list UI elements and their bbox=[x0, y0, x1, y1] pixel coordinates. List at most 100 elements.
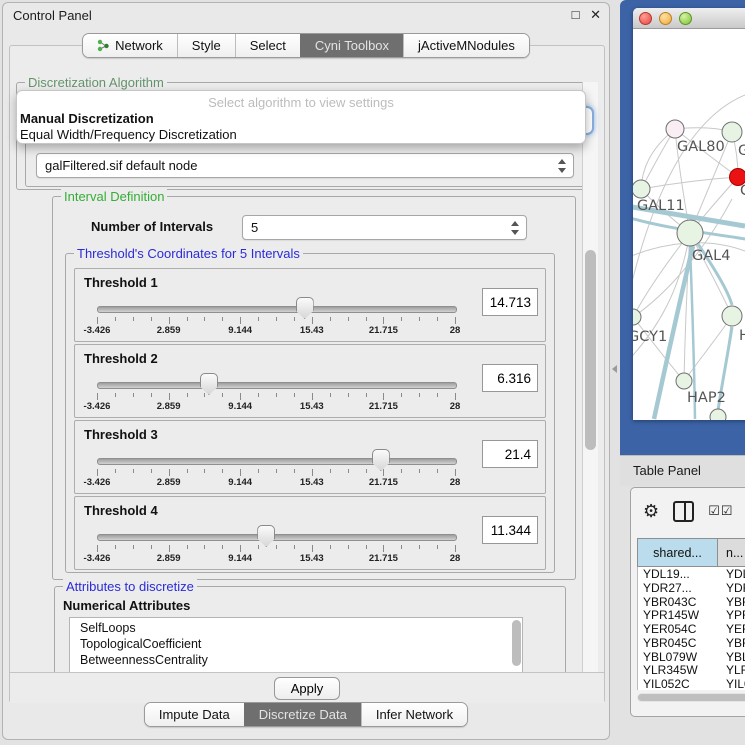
slider-tick-label: 9.144 bbox=[228, 401, 252, 412]
table-data-combobox[interactable]: galFiltered.sif default node bbox=[36, 153, 574, 178]
threshold-value-input[interactable] bbox=[482, 440, 538, 468]
tab-jactivemnodules[interactable]: jActiveMNodules bbox=[403, 34, 529, 57]
slider-tick bbox=[222, 545, 223, 549]
threshold-value-input[interactable] bbox=[482, 516, 538, 544]
slider-tick bbox=[366, 545, 367, 549]
close-traffic-light-icon[interactable] bbox=[639, 12, 652, 25]
network-node-green[interactable] bbox=[676, 373, 692, 389]
table-hscrollbar-thumb[interactable] bbox=[638, 694, 745, 701]
network-node-green[interactable] bbox=[677, 220, 703, 246]
slider-track[interactable] bbox=[97, 458, 457, 465]
slider-thumb[interactable] bbox=[200, 373, 218, 395]
checkbox-icons[interactable]: ☑☑ bbox=[708, 503, 733, 519]
network-edge[interactable] bbox=[641, 177, 738, 189]
content-scrollbar-thumb[interactable] bbox=[585, 250, 596, 450]
tab-style[interactable]: Style bbox=[177, 34, 235, 57]
slider-tick bbox=[383, 545, 384, 552]
discretization-algorithm-title: Discretization Algorithm bbox=[25, 75, 167, 90]
table-row[interactable]: YBL079WYBL0 bbox=[638, 650, 745, 664]
gear-icon[interactable]: ⚙ bbox=[643, 502, 659, 520]
network-node-green[interactable] bbox=[633, 180, 650, 198]
slider-tick-label: 21.715 bbox=[369, 477, 398, 488]
table-row[interactable]: YPR145WYPR1 bbox=[638, 608, 745, 622]
threshold-value-input[interactable] bbox=[482, 364, 538, 392]
table-data-group: Table Data galFiltered.sif default node bbox=[25, 139, 585, 187]
cell-name: YDL1 bbox=[717, 567, 745, 581]
table-horizontal-scrollbar[interactable] bbox=[637, 693, 745, 702]
network-node-green[interactable] bbox=[710, 409, 726, 420]
number-of-intervals-combobox[interactable]: 5 bbox=[242, 215, 527, 240]
bottom-tab-impute-data[interactable]: Impute Data bbox=[145, 703, 244, 726]
slider-tick bbox=[419, 393, 420, 397]
tab-cyni-toolbox[interactable]: Cyni Toolbox bbox=[300, 34, 403, 57]
attribute-list-item[interactable]: SelfLoops bbox=[70, 620, 522, 636]
slider-tick bbox=[187, 469, 188, 473]
network-node-green[interactable] bbox=[722, 306, 742, 326]
slider-track[interactable] bbox=[97, 382, 457, 389]
threshold-label: Threshold 1 bbox=[84, 275, 158, 290]
slider-tick-label: 28 bbox=[450, 553, 461, 564]
float-window-icon[interactable]: □ bbox=[572, 7, 580, 22]
slider-track[interactable] bbox=[97, 306, 457, 313]
slider-thumb[interactable] bbox=[257, 525, 275, 547]
minimize-traffic-light-icon[interactable] bbox=[659, 12, 672, 25]
attribute-list-item[interactable]: BetweennessCentrality bbox=[70, 652, 522, 668]
slider-tick bbox=[419, 545, 420, 549]
table-row[interactable]: YBR045CYBR0 bbox=[638, 636, 745, 650]
apply-button[interactable]: Apply bbox=[274, 677, 341, 700]
bottom-tab-discretize-data[interactable]: Discretize Data bbox=[244, 703, 361, 726]
numerical-attributes-label: Numerical Attributes bbox=[63, 598, 190, 613]
slider-tick bbox=[97, 393, 98, 400]
combo-stepper-icon bbox=[510, 221, 519, 235]
slider-tick bbox=[330, 317, 331, 321]
tab-label: jActiveMNodules bbox=[418, 38, 515, 53]
table-row[interactable]: YDL19...YDL1 bbox=[638, 567, 745, 581]
threshold-value-input[interactable] bbox=[482, 288, 538, 316]
tab-network[interactable]: Network bbox=[83, 34, 177, 57]
threshold-label: Threshold 2 bbox=[84, 351, 158, 366]
slider-tick-label: -3.426 bbox=[84, 325, 111, 336]
slider-tick-label: 2.859 bbox=[157, 553, 181, 564]
table-row[interactable]: YER054CYER0 bbox=[638, 622, 745, 636]
network-edge[interactable] bbox=[641, 129, 675, 189]
numerical-attributes-list[interactable]: SelfLoopsTopologicalCoefficientBetweenne… bbox=[69, 617, 523, 673]
slider-tick-label: 9.144 bbox=[228, 477, 252, 488]
cell-name: YBL0 bbox=[717, 650, 745, 664]
network-view-window[interactable]: GAL80GACGAL11GAL4GCY1HHAP2 bbox=[633, 8, 745, 420]
panel-resize-handle[interactable] bbox=[612, 365, 617, 373]
columns-icon[interactable] bbox=[673, 501, 694, 522]
attributes-list-scrollbar[interactable] bbox=[512, 620, 521, 666]
slider-tick bbox=[366, 469, 367, 473]
slider-track[interactable] bbox=[97, 534, 457, 541]
thresholds-group: Threshold's Coordinates for 5 Intervals … bbox=[65, 253, 555, 573]
column-header-name[interactable]: n... bbox=[718, 538, 745, 567]
algorithm-item-equal-width[interactable]: Equal Width/Frequency Discretization bbox=[20, 127, 237, 142]
threshold-label: Threshold 4 bbox=[84, 503, 158, 518]
tab-select[interactable]: Select bbox=[235, 34, 300, 57]
close-icon[interactable]: ✕ bbox=[590, 7, 601, 22]
zoom-traffic-light-icon[interactable] bbox=[679, 12, 692, 25]
table-row[interactable]: YIL052CYIL0 bbox=[638, 677, 745, 690]
network-canvas[interactable]: GAL80GACGAL11GAL4GCY1HHAP2 bbox=[633, 29, 745, 420]
slider-tick-label: 2.859 bbox=[157, 325, 181, 336]
bottom-tab-infer-network[interactable]: Infer Network bbox=[361, 703, 467, 726]
algorithm-placeholder-item[interactable]: Select algorithm to view settings bbox=[17, 95, 585, 110]
table-panel-title: Table Panel bbox=[633, 463, 701, 478]
network-node-green[interactable] bbox=[722, 122, 742, 142]
slider-thumb[interactable] bbox=[296, 297, 314, 319]
attribute-list-item[interactable]: TopologicalCoefficient bbox=[70, 636, 522, 652]
attributes-group-title: Attributes to discretize bbox=[63, 579, 197, 594]
slider-thumb[interactable] bbox=[372, 449, 390, 471]
network-node-pink[interactable] bbox=[666, 120, 684, 138]
network-node-green[interactable] bbox=[633, 309, 641, 325]
node-label: GCY1 bbox=[633, 329, 667, 345]
table-row[interactable]: YBR043CYBR0 bbox=[638, 595, 745, 609]
column-header-shared[interactable]: shared... bbox=[637, 538, 718, 567]
table-row[interactable]: YDR27...YDR2 bbox=[638, 581, 745, 595]
table-row[interactable]: YLR345WYLR3 bbox=[638, 664, 745, 678]
content-scrollbar[interactable] bbox=[582, 82, 598, 672]
algorithm-item-manual[interactable]: Manual Discretization bbox=[20, 111, 154, 126]
slider-tick bbox=[455, 393, 456, 400]
slider-tick bbox=[401, 545, 402, 549]
slider-tick bbox=[437, 317, 438, 321]
